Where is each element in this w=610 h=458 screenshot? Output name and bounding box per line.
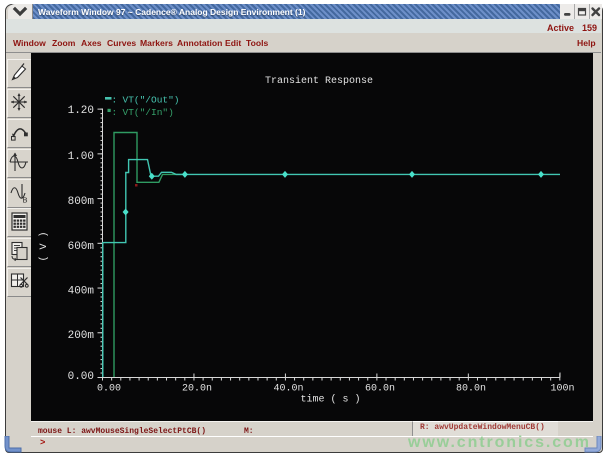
svg-text::: : [112,95,118,106]
svg-text:800m: 800m [68,196,95,208]
svg-text:1.20: 1.20 [68,105,94,117]
svg-text:100n: 100n [550,384,574,395]
svg-text:0.00: 0.00 [97,384,121,395]
svg-text:B: B [23,196,28,205]
svg-text:80.0n: 80.0n [456,384,486,395]
svg-text:VT("/In"): VT("/In") [123,107,174,118]
svg-text:time ( s ): time ( s ) [300,394,360,406]
svg-text:VT("/Out"): VT("/Out") [123,95,180,106]
svg-text:40.0n: 40.0n [273,384,303,395]
svg-text::: : [112,107,118,118]
svg-text:1.00: 1.00 [68,151,94,163]
svg-text:600m: 600m [68,241,95,253]
svg-text:0.00: 0.00 [68,371,94,383]
svg-text:200m: 200m [68,330,95,342]
svg-text:400m: 400m [68,286,95,298]
svg-text:Transient Response: Transient Response [265,75,373,87]
svg-text:20.0n: 20.0n [182,384,212,395]
svg-text:( V ): ( V ) [38,231,50,261]
svg-text:60.0n: 60.0n [365,384,395,395]
